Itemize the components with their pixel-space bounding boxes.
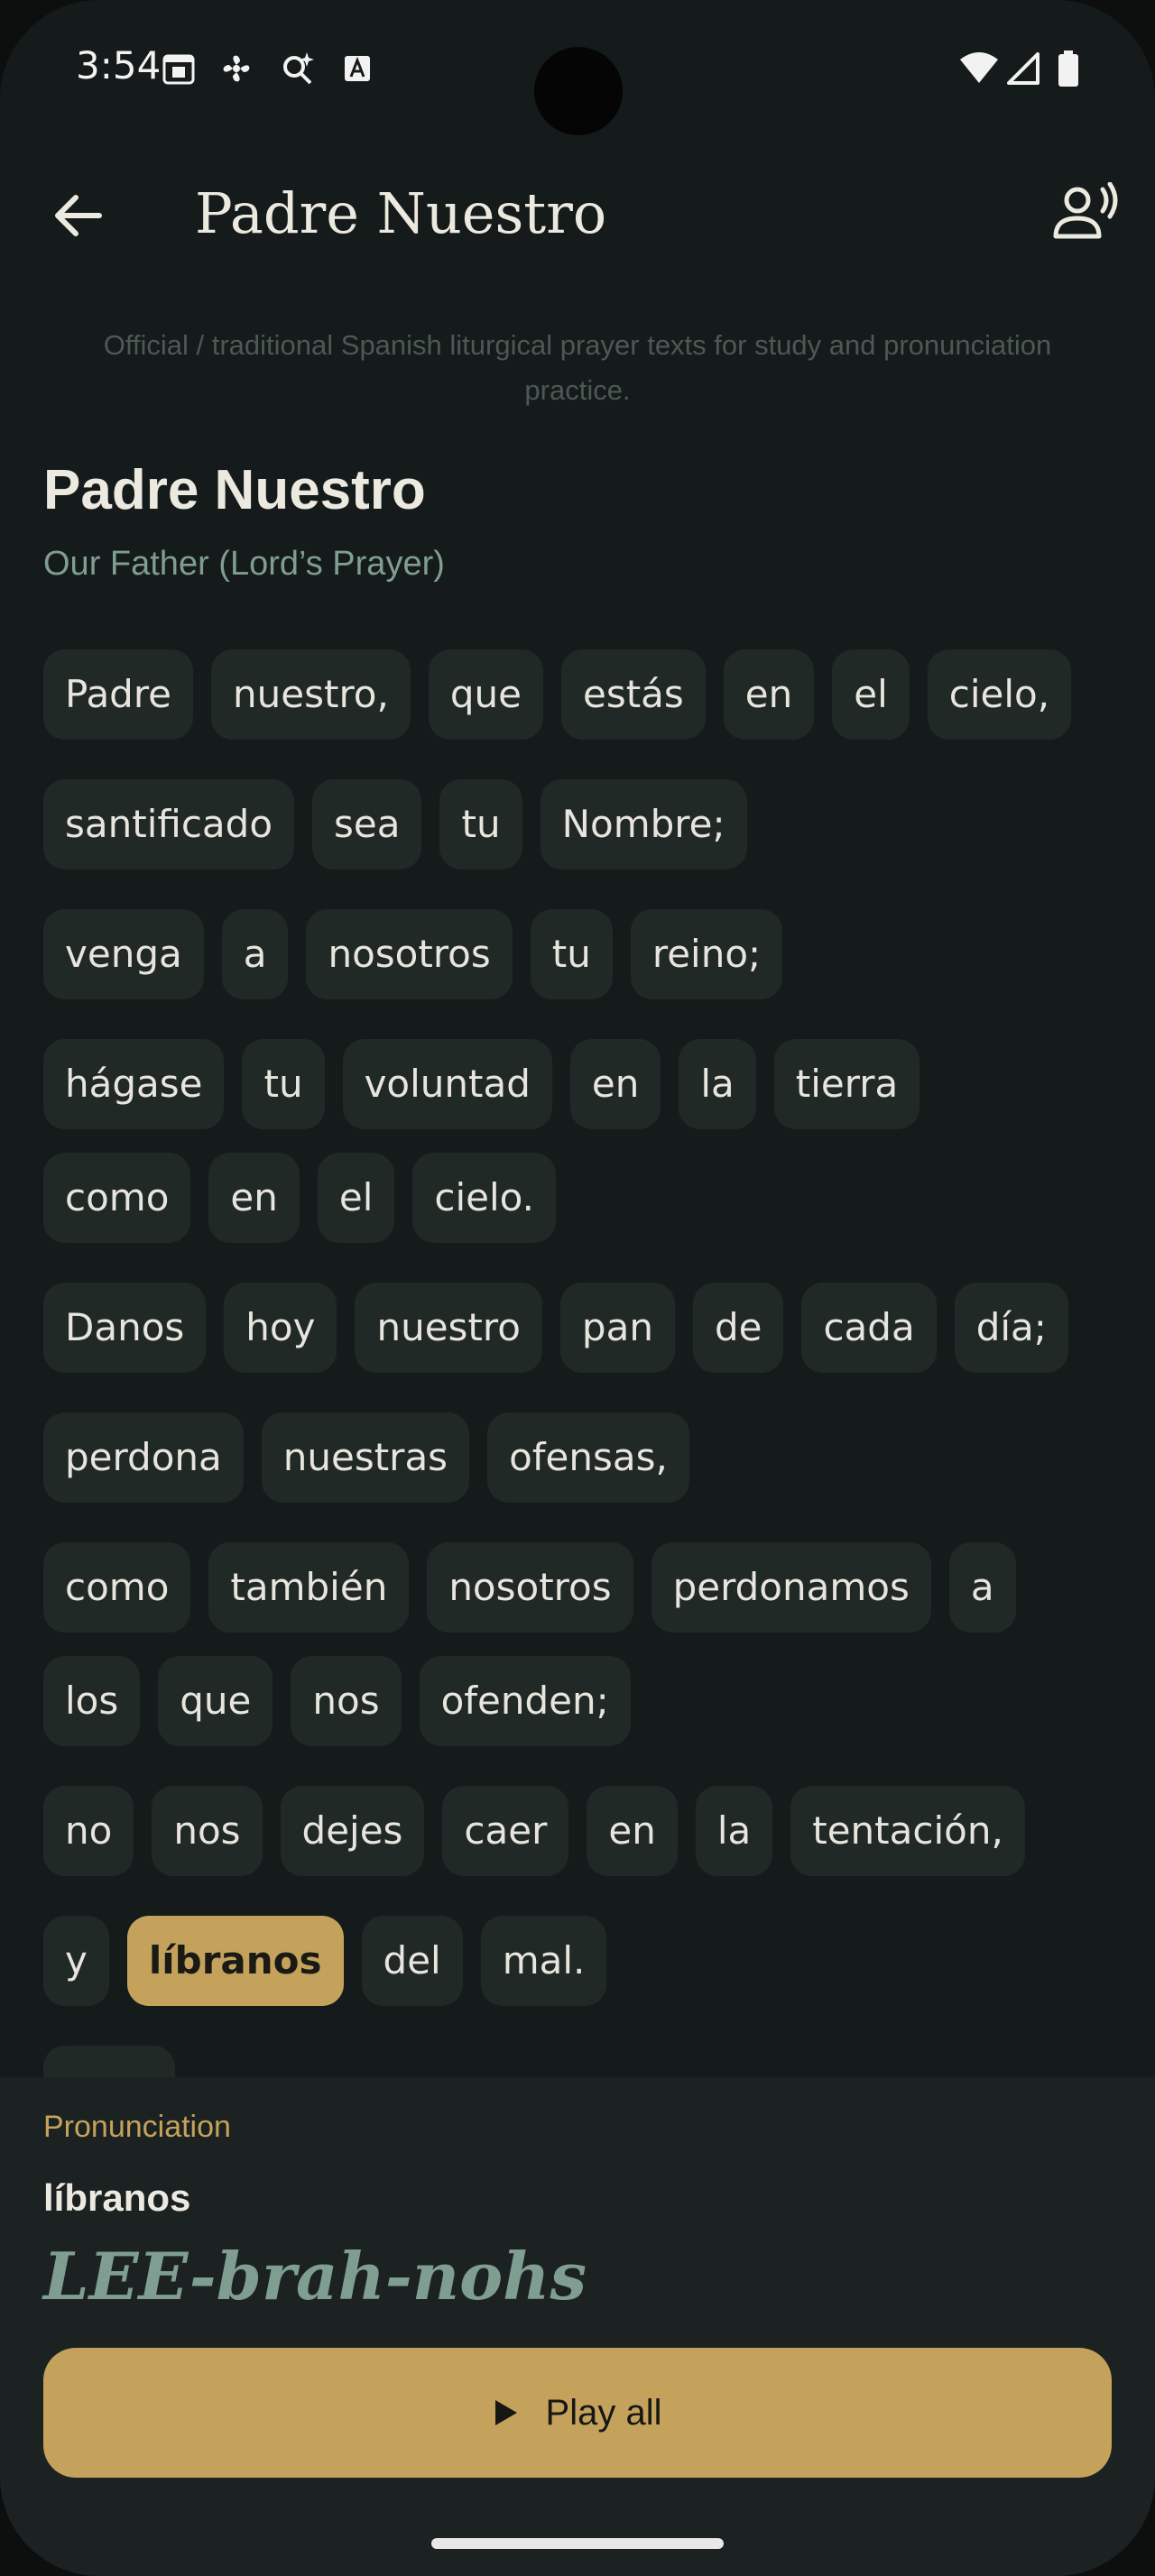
prayer-line: no nos dejes caer en la tentación, <box>43 1786 1117 1876</box>
word-chip[interactable]: caer <box>442 1786 569 1876</box>
word-chip[interactable]: la <box>695 1786 773 1876</box>
word-chip[interactable]: perdona <box>43 1412 244 1503</box>
prayer-subtitle: Our Father (Lord’s Prayer) <box>43 545 445 583</box>
word-chip[interactable]: hoy <box>224 1283 337 1373</box>
pronunciation-word: líbranos <box>43 2176 191 2219</box>
app-bar: Padre Nuestro <box>0 153 1155 280</box>
app-screen: 3:54 Padre Nuestro Official / traditiona… <box>0 0 1155 2576</box>
word-chip[interactable]: ofensas, <box>487 1412 689 1503</box>
word-chip[interactable]: los <box>43 1656 141 1746</box>
word-chip[interactable]: en <box>587 1786 678 1876</box>
word-chip[interactable]: estás <box>560 649 706 740</box>
prayer-line: como también nosotros perdonamos a <box>43 1542 1117 1633</box>
intro-text: Official / traditional Spanish liturgica… <box>103 329 1052 406</box>
pronunciation-label: Pronunciation <box>43 2110 231 2144</box>
prayer-line: los que nos ofenden; <box>43 1656 1117 1746</box>
word-chip[interactable]: perdonamos <box>651 1542 931 1633</box>
word-chip[interactable]: a <box>948 1542 1016 1633</box>
word-chip[interactable]: nuestras <box>261 1412 470 1503</box>
word-chip[interactable]: que <box>158 1656 273 1746</box>
word-chip[interactable]: nosotros <box>427 1542 633 1633</box>
word-chip[interactable]: tu <box>530 909 613 999</box>
word-chip[interactable]: tentación, <box>790 1786 1025 1876</box>
calendar-icon <box>162 54 195 85</box>
word-chip[interactable]: nos <box>291 1656 402 1746</box>
record-voice-icon[interactable] <box>1050 182 1123 245</box>
word-chip[interactable]: en <box>569 1039 661 1129</box>
word-chip[interactable]: el <box>317 1153 395 1243</box>
prayer-line: santificado sea tu Nombre; <box>43 779 1117 869</box>
word-chip[interactable]: que <box>428 649 543 740</box>
arrow-back-icon[interactable] <box>47 184 110 247</box>
word-chip[interactable]: como <box>43 1542 191 1633</box>
word-chip[interactable]: no <box>43 1786 134 1876</box>
word-chip[interactable]: dejes <box>280 1786 425 1876</box>
word-chips: Padre nuestro, que estás en el cielo, santifica… <box>43 649 1117 2082</box>
word-chip[interactable]: voluntad <box>342 1039 552 1129</box>
prayer-line: y líbranos del mal. <box>43 1916 1117 2006</box>
search-sparkle-icon <box>283 52 314 85</box>
prayer-title: Padre Nuestro <box>43 459 426 521</box>
word-chip[interactable]: en <box>723 649 815 740</box>
word-chip[interactable]: como <box>43 1153 191 1243</box>
word-chip[interactable]: también <box>208 1542 410 1633</box>
word-chip[interactable]: pan <box>559 1283 675 1373</box>
word-chip[interactable]: sea <box>312 779 422 869</box>
word-chip[interactable]: tierra <box>773 1039 920 1129</box>
word-chip[interactable]: el <box>832 649 910 740</box>
word-chip[interactable]: nuestro <box>355 1283 542 1373</box>
wifi-icon <box>960 52 998 83</box>
word-chip[interactable]: nuestro, <box>211 649 411 740</box>
word-chip[interactable]: nosotros <box>306 909 513 999</box>
prayer-line: Padre nuestro, que estás en el cielo, <box>43 649 1117 740</box>
pronunciation-phonetic: LEE-brah-nohs <box>43 2238 587 2314</box>
prayer-line: venga a nosotros tu reino; <box>43 909 1117 999</box>
word-chip[interactable]: cielo. <box>412 1153 556 1243</box>
prayer-lines: Padre nuestro, que estás en el cielo, santifica… <box>43 649 1117 2006</box>
word-chip[interactable]: Nombre; <box>540 779 747 869</box>
status-bar: 3:54 <box>0 0 1155 135</box>
word-chip[interactable]: la <box>679 1039 756 1129</box>
word-chip[interactable]: tu <box>439 779 522 869</box>
battery-icon <box>1058 51 1078 87</box>
play-all-label: Play all <box>545 2392 662 2433</box>
word-chip[interactable]: cada <box>801 1283 937 1373</box>
word-chip[interactable]: nos <box>152 1786 263 1876</box>
pinwheel-icon <box>223 55 250 82</box>
prayer-line: perdona nuestras ofensas, <box>43 1412 1117 1503</box>
home-indicator[interactable] <box>431 2538 724 2549</box>
play-all-button[interactable]: Play all <box>43 2348 1112 2478</box>
word-chip[interactable]: Danos <box>43 1283 207 1373</box>
pronunciation-panel: Pronunciation líbranos LEE-brah-nohs Pla… <box>0 2077 1155 2576</box>
word-chip[interactable]: en <box>208 1153 300 1243</box>
prayer-line: hágase tu voluntad en la tierra <box>43 1039 1117 1129</box>
camera-cutout <box>534 47 623 135</box>
word-chip[interactable]: líbranos <box>126 1916 344 2006</box>
word-chip[interactable]: día; <box>954 1283 1068 1373</box>
word-chip[interactable]: hágase <box>43 1039 225 1129</box>
play-icon <box>494 2400 517 2425</box>
status-time: 3:54 <box>76 43 162 87</box>
word-chip[interactable]: Padre <box>43 649 194 740</box>
page-title: Padre Nuestro <box>195 180 607 246</box>
word-chip[interactable]: tu <box>242 1039 325 1129</box>
word-chip[interactable]: santificado <box>43 779 295 869</box>
word-chip[interactable]: reino; <box>630 909 783 999</box>
word-chip[interactable]: cielo, <box>927 649 1072 740</box>
word-chip[interactable]: mal. <box>480 1916 607 2006</box>
word-chip[interactable]: de <box>692 1283 784 1373</box>
translate-icon <box>345 56 370 81</box>
word-chip[interactable]: del <box>361 1916 463 2006</box>
word-chip[interactable]: ofenden; <box>419 1656 631 1746</box>
word-chip[interactable]: y <box>43 1916 109 2006</box>
word-chip[interactable]: venga <box>43 909 204 999</box>
prayer-line: como en el cielo. <box>43 1153 1117 1243</box>
cellular-signal-icon <box>1007 52 1040 85</box>
word-chip-partial[interactable] <box>43 2046 175 2082</box>
prayer-line: Danos hoy nuestro pan de cada día; <box>43 1283 1117 1373</box>
word-chip[interactable]: a <box>221 909 289 999</box>
